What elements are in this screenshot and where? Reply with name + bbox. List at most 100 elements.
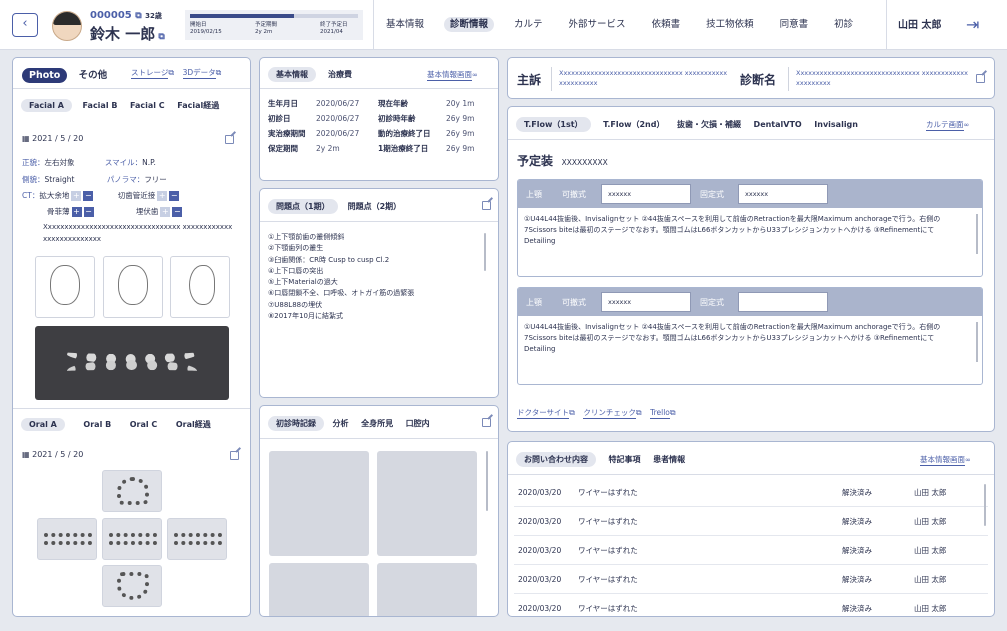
record-image-4[interactable] — [377, 563, 477, 616]
appliance-notes[interactable]: ①U44L44抜歯後、Invisalignセット ②44抜歯スペースを利用して前… — [524, 214, 964, 247]
minus-button[interactable]: − — [172, 207, 183, 217]
patient-age: 32歳 — [145, 12, 162, 20]
tab-oral-b[interactable]: Oral B — [83, 420, 111, 429]
inquiry-row[interactable]: 2020/03/20 ワイヤーはずれた 解決済み 山田 太郎 — [514, 478, 988, 507]
tab-photo[interactable]: Photo — [22, 68, 68, 83]
panoramic-xray[interactable] — [35, 326, 229, 400]
tab-facial-progress[interactable]: Facial経過 — [177, 100, 219, 111]
3d-data-link[interactable]: 3Dデータ — [182, 68, 216, 79]
record-image-3[interactable] — [269, 563, 369, 616]
edit-icon[interactable] — [976, 74, 985, 83]
edit-icon[interactable] — [482, 201, 491, 210]
facial-photo-profile[interactable] — [170, 256, 230, 318]
minus-button[interactable]: − — [169, 191, 180, 201]
scrollbar[interactable] — [976, 322, 978, 362]
tab-initial-record[interactable]: 初診時記録 — [268, 416, 324, 431]
inquiry-row[interactable]: 2020/03/20 ワイヤーはずれた 解決済み 山田 太郎 — [514, 565, 988, 594]
copy-icon[interactable]: ⧉ — [155, 32, 164, 42]
plus-button[interactable]: + — [71, 207, 82, 217]
oral-date: 2021 / 5 / 20 — [32, 450, 84, 459]
back-button[interactable]: ‹ — [12, 13, 38, 37]
record-image-2[interactable] — [377, 451, 477, 556]
user-name[interactable]: 山田 太郎 — [898, 16, 941, 31]
tab-problems-2[interactable]: 問題点（2期） — [348, 201, 402, 212]
tab-inquiries[interactable]: お問い合わせ内容 — [516, 452, 596, 467]
tab-facial-a[interactable]: Facial A — [21, 99, 72, 112]
appliance-notes[interactable]: ①U44L44抜歯後、Invisalignセット ②44抜歯スペースを利用して前… — [524, 322, 964, 355]
tab-tflow-2nd[interactable]: T.Flow（2nd） — [603, 119, 664, 130]
oral-photo-left[interactable] — [167, 518, 227, 560]
basic-info-screen-link[interactable]: 基本情報画面 — [920, 455, 965, 466]
tab-basic-info[interactable]: 基本情報 — [268, 67, 316, 82]
tab-analysis[interactable]: 分析 — [333, 418, 349, 429]
tab-special-notes[interactable]: 特記事項 — [609, 454, 641, 465]
tab-oral-progress[interactable]: Oral経過 — [176, 419, 211, 430]
tab-facial-c[interactable]: Facial C — [130, 101, 165, 110]
edit-icon[interactable] — [230, 451, 239, 460]
facial-note: Xxxxxxxxxxxxxxxxxxxxxxxxxxxxxxxxx xxxxxx… — [43, 223, 233, 243]
minus-button[interactable]: − — [83, 207, 94, 217]
tab-problems-1[interactable]: 問題点（1期） — [268, 199, 338, 214]
treatment-progress: 開始日 2019/02/15 予定期間 2y 2m 終了予定日 2021/04 — [185, 10, 363, 40]
oral-photo-right[interactable] — [37, 518, 97, 560]
fixed-input[interactable]: xxxxxx — [738, 184, 828, 204]
panel-divider — [13, 88, 250, 89]
tab-treatment-fee[interactable]: 治療費 — [328, 69, 352, 80]
plus-button[interactable]: + — [71, 191, 82, 201]
oral-photo-front[interactable] — [102, 518, 162, 560]
fixed-label: 固定式 — [700, 190, 724, 199]
doctor-site-link[interactable]: ドクターサイト — [517, 408, 570, 419]
scrollbar[interactable] — [984, 484, 986, 526]
inquiry-row[interactable]: 2020/03/20 ワイヤーはずれた 解決済み 山田 太郎 — [514, 536, 988, 565]
nav-item-7[interactable]: 初診 — [828, 17, 859, 32]
plus-button[interactable]: + — [157, 191, 168, 201]
trello-link[interactable]: Trello — [650, 408, 670, 419]
basic-info-screen-link[interactable]: 基本情報画面 — [427, 70, 472, 81]
tab-oral-c[interactable]: Oral C — [130, 420, 158, 429]
calendar-icon: ▦ — [22, 450, 30, 459]
tab-facial-b[interactable]: Facial B — [83, 101, 118, 110]
nav-item-4[interactable]: 依頼書 — [646, 17, 687, 32]
minus-button[interactable]: − — [83, 191, 94, 201]
scrollbar[interactable] — [976, 214, 978, 254]
copy-icon[interactable]: ⧉ — [135, 11, 141, 21]
nav-item-3[interactable]: 外部サービス — [563, 17, 632, 32]
tab-tflow-1st[interactable]: T.Flow（1st） — [516, 117, 591, 132]
tab-extraction[interactable]: 抜歯・欠損・補綴 — [677, 119, 741, 130]
tab-oral-a[interactable]: Oral A — [21, 418, 65, 431]
tab-patient-info[interactable]: 患者情報 — [653, 454, 685, 465]
period-value: 2y 2m — [255, 29, 273, 35]
profile-value: Straight — [44, 175, 75, 184]
logout-icon[interactable]: ⇥ — [966, 15, 984, 34]
nav-item-5[interactable]: 技工物依頼 — [700, 17, 760, 32]
storage-link[interactable]: ストレージ — [131, 68, 169, 79]
fixed-input[interactable] — [738, 292, 828, 312]
edit-icon[interactable] — [482, 418, 491, 427]
nav-item-2[interactable]: カルテ — [508, 17, 549, 32]
inquiry-row[interactable]: 2020/03/20 ワイヤーはずれた 解決済み 山田 太郎 — [514, 594, 988, 616]
oral-photo-upper[interactable] — [102, 470, 162, 512]
nav-item-0[interactable]: 基本情報 — [380, 17, 430, 32]
clincheck-link[interactable]: クリンチェック — [583, 408, 636, 419]
plan-value: XXXXXXXXX — [561, 158, 608, 167]
tab-dental-vto[interactable]: DentalVTO — [754, 120, 802, 129]
tab-other[interactable]: その他 — [79, 70, 108, 81]
tab-general-findings[interactable]: 全身所見 — [361, 418, 393, 429]
scrollbar[interactable] — [484, 233, 486, 271]
removable-input[interactable]: xxxxxx — [601, 184, 691, 204]
tab-intraoral[interactable]: 口腔内 — [406, 418, 430, 429]
karte-screen-link[interactable]: カルテ画面 — [926, 120, 964, 131]
tab-invisalign[interactable]: Invisalign — [814, 120, 858, 129]
chief-complaint-label: 主訴 — [517, 73, 542, 87]
record-image-1[interactable] — [269, 451, 369, 556]
nav-item-6[interactable]: 同意書 — [774, 17, 815, 32]
plus-button[interactable]: + — [160, 207, 171, 217]
oral-photo-lower[interactable] — [102, 565, 162, 607]
facial-photo-smile[interactable] — [103, 256, 163, 318]
edit-icon[interactable] — [225, 135, 234, 144]
inquiry-row[interactable]: 2020/03/20 ワイヤーはずれた 解決済み 山田 太郎 — [514, 507, 988, 536]
removable-input[interactable]: xxxxxx — [601, 292, 691, 312]
facial-photo-front[interactable] — [35, 256, 95, 318]
nav-item-1[interactable]: 診断情報 — [444, 17, 495, 32]
scrollbar[interactable] — [486, 451, 488, 511]
